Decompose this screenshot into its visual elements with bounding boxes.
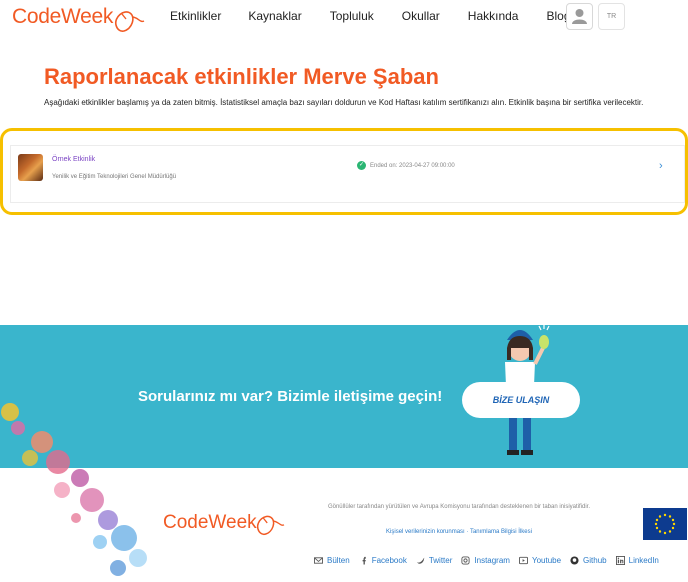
linkedin-icon <box>615 556 625 565</box>
footer-logo[interactable]: CodeWeek <box>163 512 257 534</box>
language-selector[interactable]: TR <box>598 3 625 30</box>
contact-heading: Sorularınız mı var? Bizimle iletişime ge… <box>138 388 443 405</box>
nav-okullar[interactable]: Okullar <box>402 9 440 23</box>
mouse-icon <box>114 11 145 32</box>
decorative-bubbles <box>1 403 147 576</box>
social-label: Facebook <box>371 556 407 565</box>
social-label: Twitter <box>428 556 453 565</box>
social-label: Bülten <box>327 556 350 565</box>
footer-policy-links[interactable]: Kişisel verilerinizin korunması · Tanıml… <box>300 529 618 535</box>
social-instagram[interactable]: Instagram <box>461 556 510 565</box>
social-label: Instagram <box>474 556 510 565</box>
github-icon <box>570 556 579 565</box>
nav-etkinlikler[interactable]: Etkinlikler <box>170 9 221 23</box>
mail-icon <box>314 557 323 564</box>
social-bulten[interactable]: Bülten <box>314 556 350 565</box>
intro-text: Aşağıdaki etkinlikler başlamış ya da zat… <box>44 98 644 107</box>
event-thumbnail <box>18 154 43 181</box>
social-label: Github <box>583 556 607 565</box>
contact-button[interactable]: BİZE ULAŞIN <box>462 382 580 418</box>
event-organizer: Yenilik ve Eğitim Teknolojileri Genel Mü… <box>52 174 177 180</box>
page-title: Raporlanacak etkinlikler Merve Şaban <box>44 64 439 89</box>
eu-flag-icon <box>643 508 687 540</box>
social-github[interactable]: Github <box>570 556 607 565</box>
social-youtube[interactable]: Youtube <box>518 556 562 565</box>
youtube-icon <box>518 556 528 565</box>
user-menu-button[interactable] <box>566 3 593 30</box>
chevron-right-icon[interactable]: › <box>659 160 663 172</box>
social-label: Youtube <box>531 556 562 565</box>
event-status: ✓ Ended on: 2023-04-27 09:00:00 <box>357 161 455 170</box>
social-links: Bülten Facebook Twitter Instagram Youtub… <box>314 556 668 565</box>
instagram-icon <box>461 556 470 565</box>
nav-kaynaklar[interactable]: Kaynaklar <box>248 9 301 23</box>
facebook-icon <box>362 556 366 565</box>
nav-topluluk[interactable]: Topluluk <box>330 9 374 23</box>
twitter-icon <box>416 557 425 564</box>
social-label: LinkedIn <box>628 556 659 565</box>
check-circle-icon: ✓ <box>357 161 366 170</box>
social-linkedin[interactable]: LinkedIn <box>615 556 659 565</box>
event-name[interactable]: Örnek Etkinlik <box>52 156 95 163</box>
footer-mouse-icon <box>256 515 285 536</box>
nav-hakkinda[interactable]: Hakkında <box>468 9 519 23</box>
footer-description: Gönüllüler tarafından yürütülen ve Avrup… <box>327 504 591 510</box>
social-twitter[interactable]: Twitter <box>416 556 453 565</box>
user-icon <box>572 9 587 24</box>
codeweek-logo[interactable]: CodeWeek <box>12 5 113 29</box>
event-status-text: Ended on: 2023-04-27 09:00:00 <box>370 162 455 169</box>
social-facebook[interactable]: Facebook <box>359 556 407 565</box>
main-nav: Etkinlikler Kaynaklar Topluluk Okullar H… <box>170 9 599 23</box>
site-header: CodeWeek Etkinlikler Kaynaklar Topluluk … <box>0 0 688 40</box>
event-card[interactable]: Örnek Etkinlik Yenilik ve Eğitim Teknolo… <box>10 145 685 203</box>
